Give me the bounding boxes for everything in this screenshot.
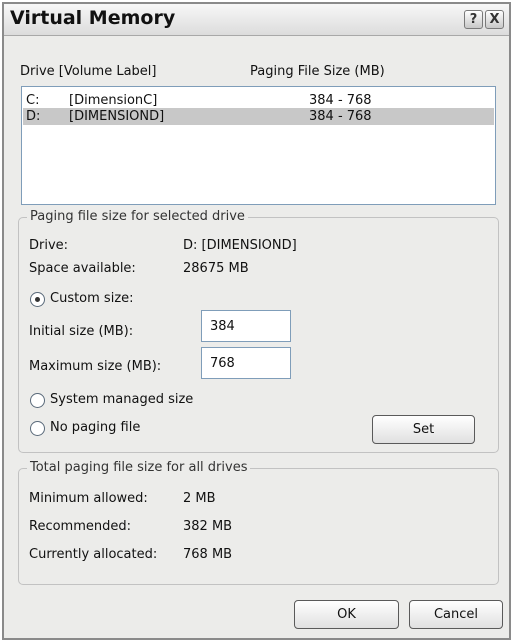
- close-icon[interactable]: X: [485, 10, 504, 29]
- cancel-button[interactable]: Cancel: [409, 600, 503, 629]
- custom-size-radio[interactable]: [30, 292, 45, 307]
- system-managed-radio[interactable]: [30, 393, 45, 408]
- drive-list[interactable]: C: [DimensionC] 384 - 768 D: [DIMENSIOND…: [21, 86, 496, 205]
- no-paging-file-radio[interactable]: [30, 421, 45, 436]
- drive-paging-size: 384 - 768: [309, 109, 372, 124]
- drive-label: Drive:: [29, 238, 69, 253]
- paging-size-column-header: Paging File Size (MB): [250, 64, 385, 79]
- minimum-allowed-label: Minimum allowed:: [29, 491, 148, 506]
- space-available-label: Space available:: [29, 261, 136, 276]
- space-available-value: 28675 MB: [183, 261, 249, 276]
- custom-size-label[interactable]: Custom size:: [50, 291, 134, 306]
- maximum-size-label: Maximum size (MB):: [29, 359, 162, 374]
- drive-row-d[interactable]: D: [DIMENSIOND] 384 - 768: [23, 108, 494, 125]
- virtual-memory-dialog: Virtual Memory ? X Drive [Volume Label] …: [2, 2, 511, 640]
- initial-size-label: Initial size (MB):: [29, 324, 134, 339]
- title-bar[interactable]: Virtual Memory ? X: [4, 4, 509, 36]
- totals-group-title: Total paging file size for all drives: [27, 460, 251, 475]
- initial-size-input[interactable]: [201, 310, 291, 342]
- drive-volume-label: [DimensionC]: [69, 93, 158, 108]
- recommended-value: 382 MB: [183, 519, 233, 534]
- radio-selected-dot: [35, 297, 40, 302]
- help-icon[interactable]: ?: [464, 10, 483, 29]
- ok-button[interactable]: OK: [294, 600, 399, 629]
- recommended-label: Recommended:: [29, 519, 131, 534]
- currently-allocated-label: Currently allocated:: [29, 547, 158, 562]
- selected-drive-group-title: Paging file size for selected drive: [27, 209, 248, 224]
- drive-paging-size: 384 - 768: [309, 93, 372, 108]
- drive-row-c[interactable]: C: [DimensionC] 384 - 768: [23, 92, 494, 109]
- drive-letter: C:: [26, 93, 40, 108]
- window-title: Virtual Memory: [10, 7, 176, 29]
- set-button[interactable]: Set: [372, 415, 475, 444]
- drive-column-header: Drive [Volume Label]: [20, 64, 157, 79]
- drive-letter: D:: [26, 109, 41, 124]
- no-paging-file-label[interactable]: No paging file: [50, 420, 140, 435]
- currently-allocated-value: 768 MB: [183, 547, 233, 562]
- drive-value: D: [DIMENSIOND]: [183, 238, 297, 253]
- maximum-size-input[interactable]: [201, 347, 291, 379]
- minimum-allowed-value: 2 MB: [183, 491, 216, 506]
- totals-group: Total paging file size for all drives Mi…: [18, 460, 499, 585]
- system-managed-label[interactable]: System managed size: [50, 392, 193, 407]
- drive-volume-label: [DIMENSIOND]: [69, 109, 165, 124]
